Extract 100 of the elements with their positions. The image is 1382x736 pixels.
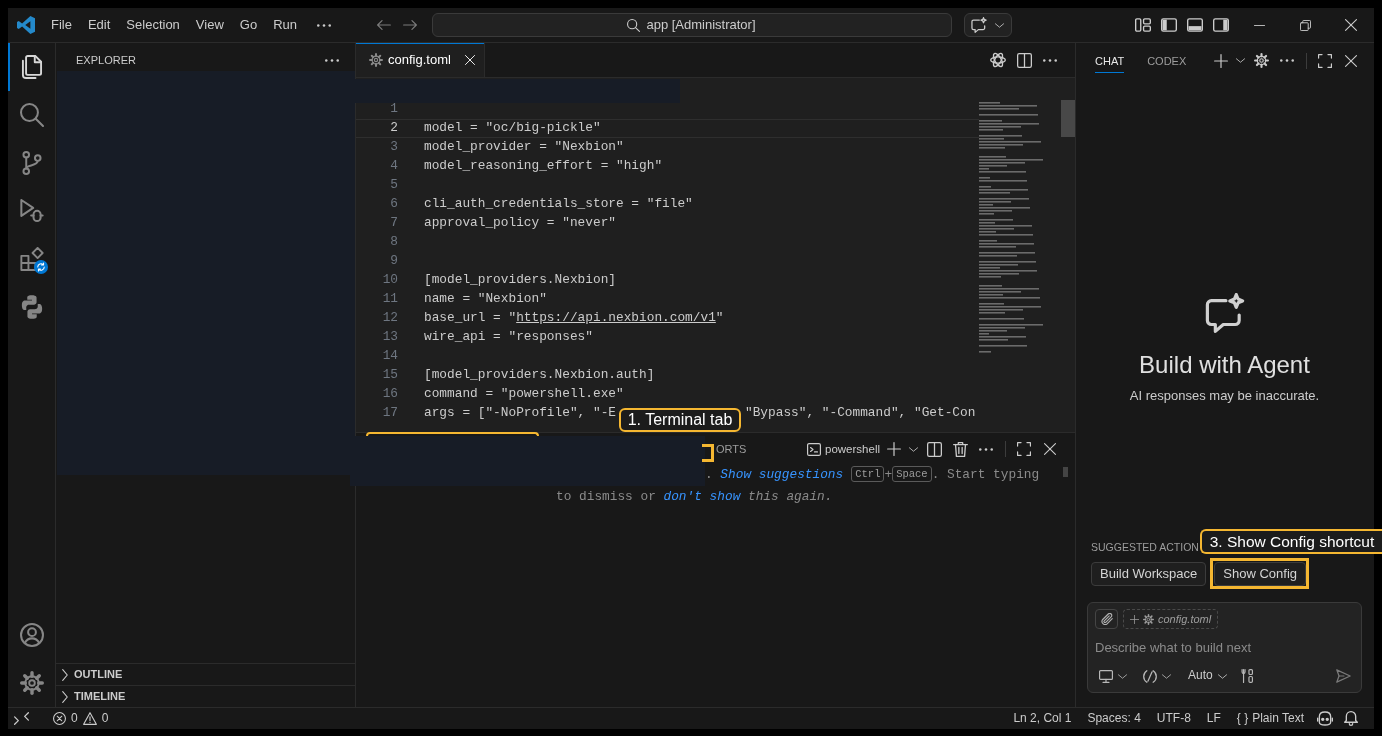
account-icon[interactable] (19, 623, 44, 647)
bell-icon[interactable] (1344, 711, 1358, 726)
status-item[interactable]: Spaces: 4 (1079, 708, 1149, 729)
settings-icon[interactable] (1253, 53, 1269, 68)
remote-icon[interactable] (14, 712, 29, 725)
key-cap: Ctrl (851, 466, 885, 482)
menu-item[interactable]: File (43, 13, 80, 37)
status-item[interactable]: Ln 2, Col 1 (1005, 708, 1080, 729)
caret-icon[interactable] (1235, 58, 1245, 63)
code-text: args = ["-NoProfile", "-E (424, 405, 616, 422)
warning-icon (82, 712, 97, 725)
plus-icon[interactable] (887, 442, 901, 456)
panel-tab[interactable]: ORTS (716, 437, 747, 461)
line-number: 5 (389, 177, 398, 194)
menu-item[interactable]: View (187, 13, 232, 37)
context-chip[interactable]: config.toml (1123, 609, 1219, 629)
restore-icon[interactable] (1299, 19, 1311, 31)
disclaimer-text: AI responses may be inaccurate. (1129, 387, 1320, 405)
code-text: [model_providers.Nexbion.auth] (424, 367, 655, 384)
left-sidebar-icon[interactable] (1161, 18, 1177, 32)
command-center[interactable]: app [Administrator] (431, 13, 952, 37)
maximize-icon[interactable] (1017, 442, 1031, 456)
caret-icon[interactable] (1118, 673, 1127, 679)
code-text: [model_providers.Nexbion] (424, 272, 616, 289)
play-bug-icon[interactable] (19, 199, 44, 223)
close-icon[interactable] (1044, 443, 1056, 455)
close-icon[interactable] (1345, 19, 1357, 31)
chat-sparkle-icon (971, 17, 987, 33)
caret-icon[interactable] (1162, 673, 1171, 679)
right-sidebar-icon[interactable] (1213, 18, 1229, 32)
send-icon[interactable] (1336, 669, 1351, 683)
robot-icon[interactable] (1317, 711, 1333, 726)
more-icon[interactable] (979, 447, 993, 451)
atom-icon[interactable] (990, 52, 1006, 68)
section-header[interactable]: OUTLINE (56, 663, 355, 685)
menu-item[interactable]: Selection (118, 13, 188, 37)
chat-panel-tab[interactable]: CHAT (1095, 47, 1125, 74)
scrollbar[interactable] (1063, 467, 1068, 477)
more-icon[interactable] (1043, 58, 1057, 62)
settings-icon[interactable] (19, 671, 44, 695)
blocks-icon[interactable] (19, 247, 44, 271)
status-item[interactable]: UTF-8 (1148, 708, 1199, 729)
back-arrow-icon[interactable] (376, 20, 391, 30)
error-icon (53, 712, 66, 725)
monitor-icon[interactable] (1099, 669, 1113, 683)
menu-item[interactable]: Edit (79, 13, 119, 37)
problems-status[interactable]: 0 0 (49, 708, 113, 729)
plus-icon[interactable] (1214, 53, 1228, 68)
attach-button[interactable] (1095, 609, 1118, 629)
bottom-panel-icon[interactable] (1187, 18, 1203, 32)
code-text: approval_policy = "never" (424, 215, 616, 232)
brackets-slash-icon[interactable] (1143, 669, 1157, 683)
line-number: 4 (389, 158, 398, 175)
caret-icon (1217, 673, 1227, 679)
files-icon[interactable] (19, 55, 44, 79)
callout: 3. Show Config shortcut (1200, 529, 1382, 554)
chat-panel-tab[interactable]: CODEX (1147, 47, 1187, 74)
line-number: 15 (381, 367, 398, 384)
section-header[interactable]: TIMELINE (56, 685, 355, 707)
more-icon[interactable] (1280, 59, 1294, 62)
line-number: 3 (389, 139, 398, 156)
tools-icon[interactable] (1240, 669, 1253, 683)
python-logo-icon[interactable] (19, 295, 44, 319)
status-item[interactable]: LF (1198, 708, 1229, 729)
suggestion-button[interactable]: Show Config (1214, 562, 1307, 586)
hint-link[interactable]: don't show (663, 489, 741, 504)
search-icon[interactable] (19, 103, 44, 127)
caret-icon[interactable] (908, 446, 918, 452)
terminal-selector[interactable]: powershell (807, 441, 880, 457)
code-text: "Bypass", "-Command", "Get-Con (745, 405, 976, 422)
hint-link[interactable]: Show suggestions (720, 467, 844, 482)
scrollbar[interactable] (1061, 100, 1075, 137)
more-icon[interactable] (317, 23, 331, 27)
menu-item[interactable]: Go (231, 13, 266, 37)
line-number: 6 (389, 196, 398, 213)
suggestion-button[interactable]: Build Workspace (1091, 562, 1207, 586)
forward-arrow-icon[interactable] (402, 20, 417, 30)
line-number: 8 (389, 234, 398, 251)
line-number: 11 (381, 291, 398, 308)
chat-button[interactable] (963, 13, 1012, 37)
layout-grid-icon[interactable] (1135, 18, 1151, 32)
menu-item[interactable]: Run (265, 13, 305, 37)
code-text: base_url = "https://api.nexbion.com/v1" (424, 310, 724, 327)
message-input[interactable]: Describe what to build next (1095, 637, 1354, 657)
split-terminal-icon[interactable] (926, 441, 942, 457)
minimize-icon[interactable] (1253, 24, 1265, 26)
more-icon[interactable] (325, 59, 339, 62)
terminal-hint: . Show suggestions Ctrl + Space . Start typing (705, 465, 1041, 484)
paperclip-icon (1100, 613, 1113, 625)
status-item[interactable]: { } Plain Text (1228, 708, 1312, 729)
url-link[interactable]: https://api.nexbion.com/v1 (516, 310, 716, 326)
trash-icon[interactable] (952, 441, 968, 457)
editor-tab[interactable]: config.toml (356, 43, 485, 77)
maximize-icon[interactable] (1318, 53, 1332, 68)
code-text: model_provider = "Nexbion" (424, 139, 624, 156)
close-icon[interactable] (1345, 54, 1357, 67)
branch-icon[interactable] (19, 151, 44, 175)
mode-dropdown[interactable]: Auto (1188, 668, 1227, 684)
key-cap: Space (892, 466, 932, 482)
split-editor-icon[interactable] (1016, 52, 1032, 68)
